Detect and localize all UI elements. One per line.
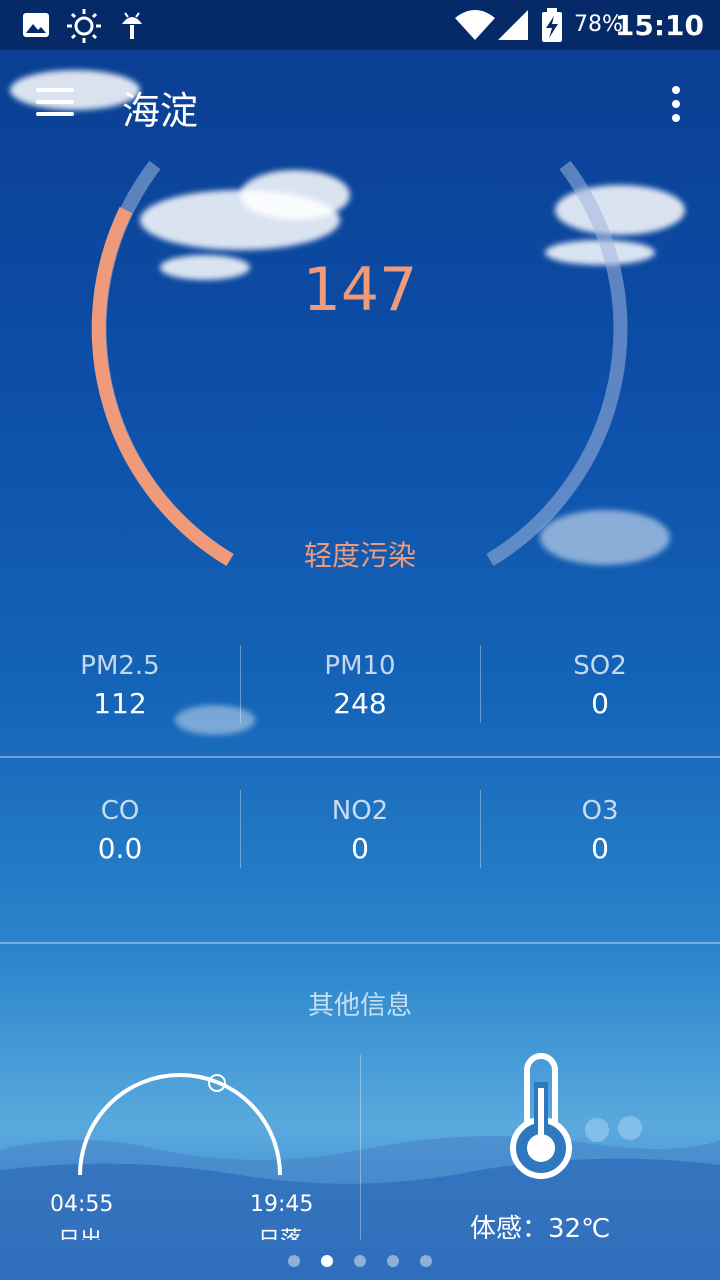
page-title: 海淀: [122, 89, 199, 133]
divider: [480, 790, 481, 868]
pollutant-cell: NO2 0: [240, 790, 480, 865]
pollutant-cell: PM2.5 112: [0, 645, 240, 720]
pollutant-value: 248: [333, 687, 387, 720]
wifi-icon: [455, 10, 495, 40]
feels-like-temperature: 体感：32℃: [470, 1214, 611, 1244]
divider: [360, 1055, 361, 1240]
menu-icon: [36, 112, 74, 116]
divider: [240, 645, 241, 723]
pollutant-name: CO: [100, 796, 140, 826]
gauge-track-arc: [486, 160, 628, 566]
more-vert-icon: [672, 86, 680, 94]
aqi-gauge: [91, 160, 628, 567]
pollutant-cell: PM10 248: [240, 645, 480, 720]
menu-button[interactable]: [36, 88, 76, 120]
page-dot-active[interactable]: [320, 1255, 333, 1267]
sunrise-label: 日出: [58, 1222, 102, 1240]
more-vert-icon: [672, 100, 680, 108]
pollutant-name: NO2: [331, 796, 389, 826]
page-dot[interactable]: [287, 1255, 300, 1267]
divider: [480, 645, 481, 723]
pollutant-cell: SO2 0: [480, 645, 720, 720]
divider: [0, 942, 720, 944]
pollutant-cell: CO 0.0: [0, 790, 240, 865]
overflow-menu-button[interactable]: [664, 86, 688, 126]
aqi-value: 147: [302, 255, 418, 325]
page-dot[interactable]: [354, 1255, 366, 1267]
menu-icon: [36, 88, 74, 92]
thermometer-icon: [510, 1053, 572, 1179]
page-indicator: [0, 1252, 720, 1271]
pollutant-value: 0.0: [97, 832, 143, 865]
sunrise-time: 04:55: [50, 1192, 114, 1217]
app-toolbar: 海淀: [0, 50, 720, 162]
divider: [0, 756, 720, 758]
menu-icon: [36, 100, 74, 104]
other-info-title: 其他信息: [307, 991, 412, 1021]
sunset-time: 19:45: [250, 1192, 314, 1217]
pollutant-name: SO2: [573, 651, 627, 681]
pollutant-name: PM2.5: [80, 651, 160, 681]
signal-icon: [498, 10, 528, 40]
pollutant-value: 0: [591, 687, 609, 720]
air-quality-screen: 78% 15:10 海淀 147 轻度污染 PM2.5 112 PM10 248: [0, 0, 720, 1280]
pollutant-name: PM10: [324, 651, 396, 681]
page-dot[interactable]: [387, 1255, 400, 1267]
pollutant-cell: O3 0: [480, 790, 720, 865]
brightness-icon: [67, 9, 101, 43]
pollutant-row: CO 0.0 NO2 0 O3 0: [0, 790, 720, 910]
android-icon: [122, 12, 142, 39]
status-bar: 78% 15:10: [0, 0, 720, 50]
page-dot[interactable]: [420, 1255, 433, 1267]
pollutant-value: 0: [351, 832, 369, 865]
divider: [240, 790, 241, 868]
status-time: 15:10: [614, 9, 704, 42]
more-vert-icon: [672, 114, 680, 122]
image-icon: [23, 13, 49, 37]
pollutant-row: PM2.5 112 PM10 248 SO2 0: [0, 645, 720, 765]
pollutant-value: 0: [591, 832, 609, 865]
pollutant-value: 112: [93, 687, 147, 720]
battery-charging-icon: [542, 8, 562, 42]
sunset-label: 日落: [258, 1222, 302, 1240]
aqi-level: 轻度污染: [303, 539, 416, 572]
pollutant-name: O3: [581, 796, 619, 826]
